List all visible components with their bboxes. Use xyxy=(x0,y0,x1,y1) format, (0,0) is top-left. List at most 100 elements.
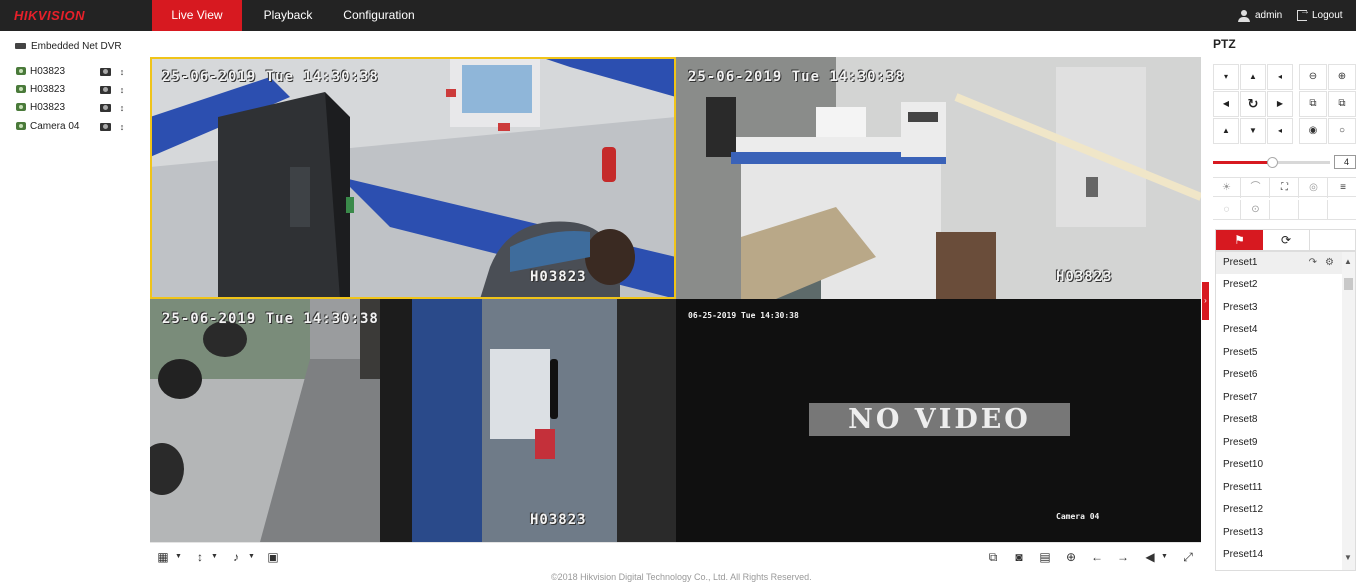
call-preset-icon[interactable]: ↷ xyxy=(1309,252,1317,274)
scroll-up-icon[interactable]: ▲ xyxy=(1344,257,1352,266)
preset-item[interactable]: Preset7 xyxy=(1216,387,1343,409)
fullscreen-icon[interactable]: ⤢ xyxy=(1181,550,1195,564)
chevron-down-icon[interactable]: ▼ xyxy=(248,550,255,564)
preset-item[interactable]: Preset2 xyxy=(1216,274,1343,296)
volume-icon[interactable]: ◀ xyxy=(1143,550,1157,564)
preset-name: Preset12 xyxy=(1223,504,1264,515)
dvr-icon xyxy=(15,43,26,50)
preset-item[interactable]: Preset11 xyxy=(1216,477,1343,499)
focus-far-icon[interactable]: ⧉ xyxy=(1328,91,1356,117)
iris-open-icon[interactable]: ◉ xyxy=(1299,118,1327,144)
digital-zoom-icon[interactable]: ▣ xyxy=(266,550,280,564)
zoom-in-icon[interactable]: ⊕ xyxy=(1328,64,1356,90)
scrollbar-thumb[interactable] xyxy=(1344,278,1353,290)
video-tile-4[interactable]: 06-25-2019 Tue 14:30:38 NO VIDEO Camera … xyxy=(676,299,1201,542)
menu-icon[interactable]: ≡ xyxy=(1329,178,1356,198)
empty-slot xyxy=(1300,200,1328,220)
preset-item[interactable]: Preset9 xyxy=(1216,432,1343,454)
camera-item[interactable]: Camera 04 ↕ xyxy=(16,119,136,135)
ptz-down-right-button[interactable]: ◂ xyxy=(1267,118,1293,144)
preset-item[interactable]: Preset5 xyxy=(1216,342,1343,364)
video-tile-3[interactable]: 25-06-2019 Tue 14:30:38 H03823 xyxy=(150,299,676,542)
ptz-speed-slider[interactable] xyxy=(1213,157,1330,168)
ptz-tab-bar: ⚑ ⟳ xyxy=(1215,229,1356,251)
video-grid: 25-06-2019 Tue 14:30:38 H03823 25-06-201… xyxy=(150,57,1201,542)
record-status-icon[interactable] xyxy=(100,104,111,112)
preset-item[interactable]: Preset8 xyxy=(1216,409,1343,431)
wiper-icon[interactable]: ⌒ xyxy=(1242,178,1270,198)
preset-item[interactable]: Preset10 xyxy=(1216,454,1343,476)
preset-item[interactable]: Preset12 xyxy=(1216,499,1343,521)
preset-item[interactable]: Preset6 xyxy=(1216,364,1343,386)
camera-item[interactable]: H03823 ↕ xyxy=(16,82,136,98)
camera-item[interactable]: H03823 ↕ xyxy=(16,64,136,80)
window-layout-icon[interactable]: ▦ xyxy=(156,550,170,564)
tab-playback[interactable]: Playback xyxy=(252,0,324,31)
next-page-icon[interactable]: → xyxy=(1116,550,1130,564)
ptz-up-left-button[interactable]: ▾ xyxy=(1213,64,1239,90)
auxiliary-focus-icon[interactable]: ⛶ xyxy=(1271,178,1299,198)
chevron-down-icon[interactable]: ▼ xyxy=(1161,550,1168,564)
tab-pattern[interactable] xyxy=(1310,230,1356,250)
tab-configuration[interactable]: Configuration xyxy=(336,0,422,31)
chevron-down-icon[interactable]: ▼ xyxy=(211,550,218,564)
ptz-down-button[interactable]: ▼ xyxy=(1240,118,1266,144)
manual-tracking-icon[interactable]: ◌ xyxy=(1213,200,1241,220)
camera-item[interactable]: H03823 ↕ xyxy=(16,100,136,116)
record-status-icon[interactable] xyxy=(100,86,111,94)
tab-live-view[interactable]: Live View xyxy=(152,0,242,31)
preset-item[interactable]: Preset1 ↷ ⚙ xyxy=(1216,252,1343,274)
ptz-left-button[interactable]: ◀ xyxy=(1213,91,1239,117)
zoom-in-icon[interactable]: ⊕ xyxy=(1064,550,1078,564)
ptz-auto-scan-button[interactable]: ↻ xyxy=(1240,91,1266,117)
ptz-control-icon[interactable]: ↕ xyxy=(193,550,207,564)
camera-feed-image xyxy=(150,299,676,542)
record-icon[interactable]: ▤ xyxy=(1038,550,1052,564)
speed-slider-handle[interactable] xyxy=(1266,157,1278,168)
ptz-title: PTZ xyxy=(1213,37,1236,51)
ptz-status-icon[interactable]: ↕ xyxy=(116,122,128,133)
tab-presets[interactable]: ⚑ xyxy=(1216,230,1263,250)
tab-patrols[interactable]: ⟳ xyxy=(1263,230,1310,250)
ptz-right-button[interactable]: ▶ xyxy=(1267,91,1293,117)
logout-link[interactable]: Logout xyxy=(1312,0,1343,31)
preset-scrollbar[interactable]: ▲ ▼ xyxy=(1342,252,1355,570)
focus-near-icon[interactable]: ⧉ xyxy=(1299,91,1327,117)
ptz-status-icon[interactable]: ↕ xyxy=(116,85,128,96)
ptz-status-icon[interactable]: ↕ xyxy=(116,67,128,78)
stop-all-icon[interactable]: ⧉ xyxy=(986,550,1000,564)
ptz-function-row-1: ☀ ⌒ ⛶ ◎ ≡ xyxy=(1213,177,1356,198)
preset-item[interactable]: Preset3 xyxy=(1216,297,1343,319)
zoom-out-icon[interactable]: ⊖ xyxy=(1299,64,1327,90)
preset-name: Preset3 xyxy=(1223,302,1258,313)
capture-icon[interactable]: ◙ xyxy=(1012,550,1026,564)
tile-timestamp: 25-06-2019 Tue 14:30:38 xyxy=(162,69,379,85)
prev-page-icon[interactable]: ← xyxy=(1090,550,1104,564)
logout-icon[interactable] xyxy=(1297,6,1310,21)
video-tile-1[interactable]: 25-06-2019 Tue 14:30:38 H03823 xyxy=(150,57,676,299)
set-preset-icon[interactable]: ⚙ xyxy=(1325,252,1334,274)
tile-timestamp: 25-06-2019 Tue 14:30:38 xyxy=(688,69,905,85)
record-status-icon[interactable] xyxy=(100,68,111,76)
iris-close-icon[interactable]: ○ xyxy=(1328,118,1356,144)
panel-collapse-handle[interactable]: › xyxy=(1202,282,1209,320)
preset-item[interactable]: Preset14 xyxy=(1216,544,1343,566)
ptz-status-icon[interactable]: ↕ xyxy=(116,103,128,114)
chevron-down-icon[interactable]: ▼ xyxy=(175,550,182,564)
lens-init-icon[interactable]: ◎ xyxy=(1300,178,1328,198)
preset-name: Preset11 xyxy=(1223,482,1263,493)
preset-item[interactable]: Preset4 xyxy=(1216,319,1343,341)
video-tile-2[interactable]: 25-06-2019 Tue 14:30:38 H03823 xyxy=(676,57,1201,299)
light-icon[interactable]: ☀ xyxy=(1213,178,1241,198)
3d-positioning-icon[interactable]: ⊙ xyxy=(1242,200,1270,220)
preset-item[interactable]: Preset13 xyxy=(1216,522,1343,544)
ptz-up-button[interactable]: ▲ xyxy=(1240,64,1266,90)
camera-name: Camera 04 xyxy=(30,121,80,132)
ptz-up-right-button[interactable]: ◂ xyxy=(1267,64,1293,90)
device-tree-root[interactable]: Embedded Net DVR xyxy=(15,41,122,52)
tile-camera-label: Camera 04 xyxy=(1056,512,1100,521)
ptz-down-left-button[interactable]: ▲ xyxy=(1213,118,1239,144)
microphone-icon[interactable]: ♪ xyxy=(229,550,243,564)
scroll-down-icon[interactable]: ▼ xyxy=(1344,553,1352,562)
record-status-icon[interactable] xyxy=(100,123,111,131)
